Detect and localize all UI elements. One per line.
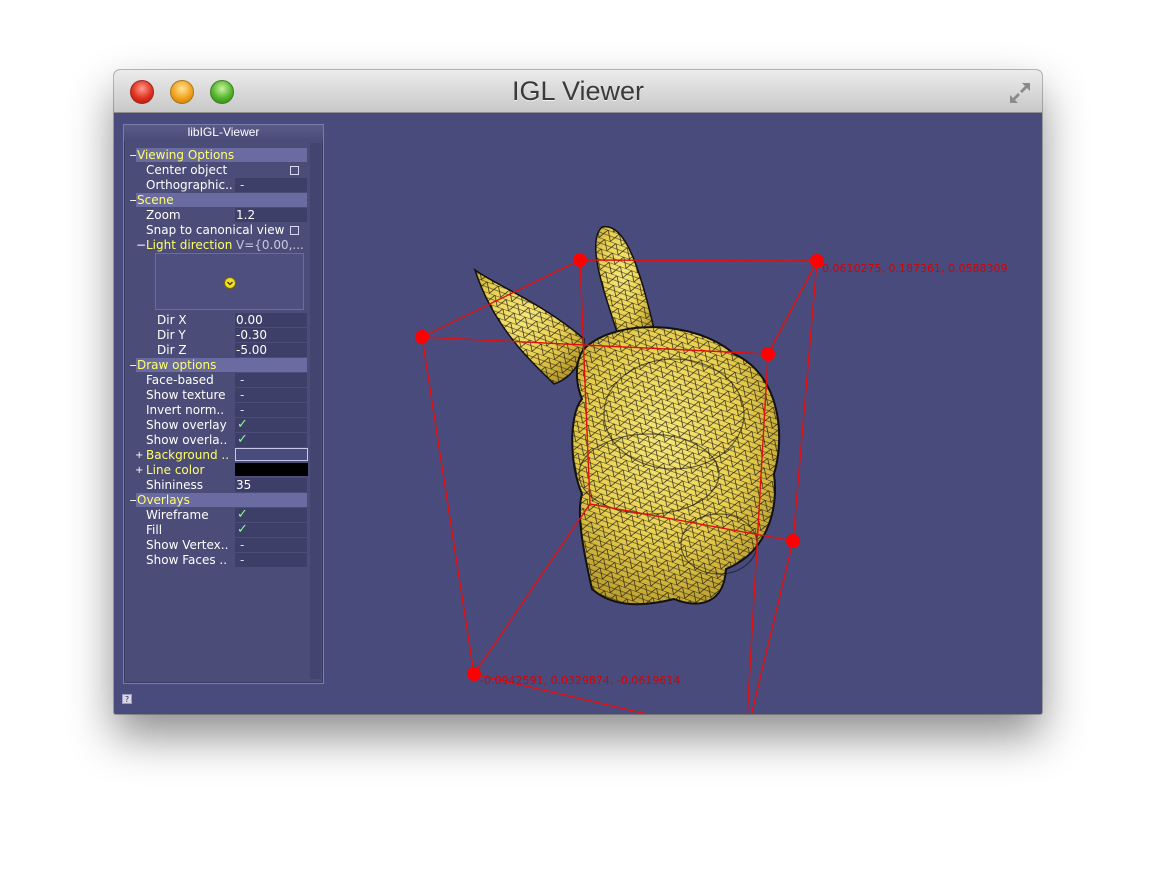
row-zoom[interactable]: Zoom 1.2 [124, 208, 309, 223]
row-invert-normals[interactable]: Invert norm.. - [124, 403, 309, 418]
collapse-icon[interactable]: − [136, 238, 146, 253]
row-show-overlay-depth[interactable]: Show overla.. ✓ [124, 432, 309, 448]
row-label: Zoom [146, 208, 181, 222]
dir-y-input[interactable]: -0.30 [235, 328, 307, 342]
row-background-color[interactable]: + Background .. [124, 448, 309, 463]
background-color-swatch[interactable] [235, 448, 308, 461]
row-show-faces[interactable]: Show Faces .. - [124, 553, 309, 568]
row-label: Light direction [146, 238, 233, 252]
invert-normals-value[interactable]: - [235, 403, 307, 417]
group-scene[interactable]: − Scene [124, 193, 309, 208]
row-label: Show overlay [146, 418, 227, 432]
row-face-based[interactable]: Face-based - [124, 373, 309, 388]
bbox-max-label: 0.0610275, 0.187361, 0.0588309 [822, 262, 1007, 275]
row-snap-canonical[interactable]: Snap to canonical view [124, 223, 309, 238]
bbox-min-label: -0.0942591, 0.0329874, -0.0619614 [480, 674, 680, 687]
igl-viewer-window: IGL Viewer 0.0610275, 0.187361, 0.058830… [114, 70, 1042, 714]
light-knob-icon[interactable] [224, 277, 236, 289]
row-label: Snap to canonical view [146, 223, 285, 237]
bbox-corner [761, 347, 775, 361]
row-label: Dir Y [157, 328, 186, 342]
dir-z-input[interactable]: -5.00 [235, 343, 307, 357]
title-bar[interactable]: IGL Viewer [114, 70, 1042, 113]
show-texture-value[interactable]: - [235, 388, 307, 402]
show-vertex-value[interactable]: - [235, 538, 307, 552]
group-label: Viewing Options [137, 148, 235, 162]
shininess-input[interactable]: 35 [235, 478, 307, 492]
row-label: Show Faces .. [146, 553, 228, 567]
panel-scrollbar[interactable] [310, 143, 321, 679]
center-object-checkbox[interactable] [290, 166, 299, 175]
check-icon[interactable]: ✓ [237, 507, 248, 522]
viewer-panel[interactable]: libIGL-Viewer − Viewing Options Center o… [123, 124, 324, 684]
face-based-value[interactable]: - [235, 373, 307, 387]
row-label: Show overla.. [146, 433, 228, 447]
row-label: Dir Z [157, 343, 187, 357]
row-dir-z[interactable]: Dir Z -5.00 [124, 343, 309, 358]
group-label: Draw options [137, 358, 217, 372]
expand-icon[interactable]: + [135, 448, 143, 463]
row-label: Orthographic.. [146, 178, 233, 192]
snap-checkbox[interactable] [290, 226, 299, 235]
bunny-mesh[interactable] [473, 225, 781, 606]
light-direction-trackball[interactable] [155, 253, 304, 310]
check-icon[interactable]: ✓ [237, 432, 248, 447]
bbox-corner [786, 534, 800, 548]
row-dir-x[interactable]: Dir X 0.00 [124, 313, 309, 328]
row-label: Line color [146, 463, 205, 477]
window-title: IGL Viewer [511, 76, 645, 106]
row-label: Dir X [157, 313, 187, 327]
row-show-texture[interactable]: Show texture - [124, 388, 309, 403]
group-viewing-options[interactable]: − Viewing Options [124, 148, 309, 163]
row-label: Wireframe [146, 508, 209, 522]
row-wireframe[interactable]: Wireframe ✓ [124, 507, 309, 523]
orthographic-value[interactable]: - [235, 178, 307, 192]
bbox-corner [467, 667, 481, 681]
check-icon[interactable]: ✓ [237, 417, 248, 432]
zoom-input[interactable]: 1.2 [235, 208, 307, 222]
group-overlays[interactable]: − Overlays [124, 493, 309, 508]
expand-icon[interactable]: + [135, 463, 143, 478]
row-shininess[interactable]: Shininess 35 [124, 478, 309, 493]
row-label: Face-based [146, 373, 214, 387]
help-icon[interactable]: ? [122, 694, 132, 704]
group-draw-options[interactable]: − Draw options [124, 358, 309, 373]
show-faces-value[interactable]: - [235, 553, 307, 567]
light-direction-value: V={0.00,... [236, 238, 304, 252]
row-label: Invert norm.. [146, 403, 225, 417]
row-label: Show Vertex.. [146, 538, 229, 552]
row-label: Fill [146, 523, 163, 537]
row-fill[interactable]: Fill ✓ [124, 522, 309, 538]
row-show-overlay[interactable]: Show overlay ✓ [124, 417, 309, 433]
row-show-vertex[interactable]: Show Vertex.. - [124, 538, 309, 553]
row-label: Shininess [146, 478, 203, 492]
row-label: Background .. [146, 448, 230, 462]
row-line-color[interactable]: + Line color [124, 463, 309, 478]
fullscreen-icon[interactable] [1006, 79, 1034, 107]
group-label: Overlays [137, 493, 190, 507]
panel-title[interactable]: libIGL-Viewer [124, 125, 323, 141]
3d-viewport[interactable]: 0.0610275, 0.187361, 0.0588309 -0.094259… [114, 114, 1042, 714]
row-dir-y[interactable]: Dir Y -0.30 [124, 328, 309, 343]
row-label: Show texture [146, 388, 226, 402]
dir-x-input[interactable]: 0.00 [235, 313, 307, 327]
row-orthographic[interactable]: Orthographic.. - [124, 178, 309, 193]
check-icon[interactable]: ✓ [237, 522, 248, 537]
bbox-corner [573, 253, 587, 267]
group-label: Scene [137, 193, 174, 207]
line-color-swatch[interactable] [235, 463, 308, 476]
row-center-object[interactable]: Center object [124, 163, 309, 178]
row-light-direction[interactable]: − Light direction V={0.00,... [124, 238, 309, 253]
row-label: Center object [146, 163, 228, 177]
bbox-corner [415, 330, 429, 344]
